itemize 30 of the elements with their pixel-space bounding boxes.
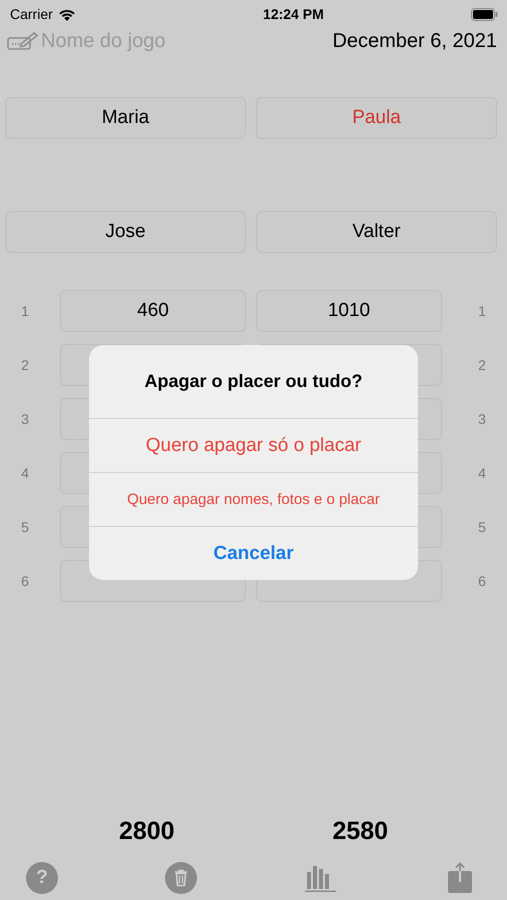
- player-button[interactable]: Maria: [5, 97, 246, 139]
- round-number: 1: [477, 303, 487, 319]
- share-icon[interactable]: [446, 862, 473, 894]
- round-number: 2: [477, 357, 487, 373]
- date-label: December 6, 2021: [332, 30, 497, 52]
- score-cell[interactable]: 1010: [256, 290, 442, 332]
- round-number: 6: [20, 573, 30, 589]
- round-number: 6: [477, 573, 487, 589]
- score-cell[interactable]: 460: [60, 290, 246, 332]
- round-number: 4: [20, 465, 30, 481]
- round-number: 2: [20, 357, 30, 373]
- round-number: 3: [20, 411, 30, 427]
- status-time: 12:24 PM: [263, 6, 324, 22]
- player-button[interactable]: Jose: [5, 211, 246, 253]
- bar-chart-icon[interactable]: [304, 864, 337, 892]
- player-button[interactable]: Valter: [256, 211, 497, 253]
- carrier-label: Carrier: [10, 6, 53, 22]
- alert-action-button[interactable]: Cancelar: [89, 526, 418, 580]
- round-number: 1: [20, 303, 30, 319]
- pencil-icon: [7, 31, 39, 51]
- wifi-icon: [58, 8, 76, 20]
- trash-icon[interactable]: [165, 862, 198, 894]
- round-number: 5: [477, 519, 487, 535]
- round-number: 4: [477, 465, 487, 481]
- total-score: 2580: [332, 817, 388, 846]
- alert-title: Apagar o placer ou tudo?: [144, 371, 362, 392]
- round-number: 3: [477, 411, 487, 427]
- round-number: 5: [20, 519, 30, 535]
- battery-icon: [470, 8, 498, 20]
- total-score: 2800: [118, 817, 175, 846]
